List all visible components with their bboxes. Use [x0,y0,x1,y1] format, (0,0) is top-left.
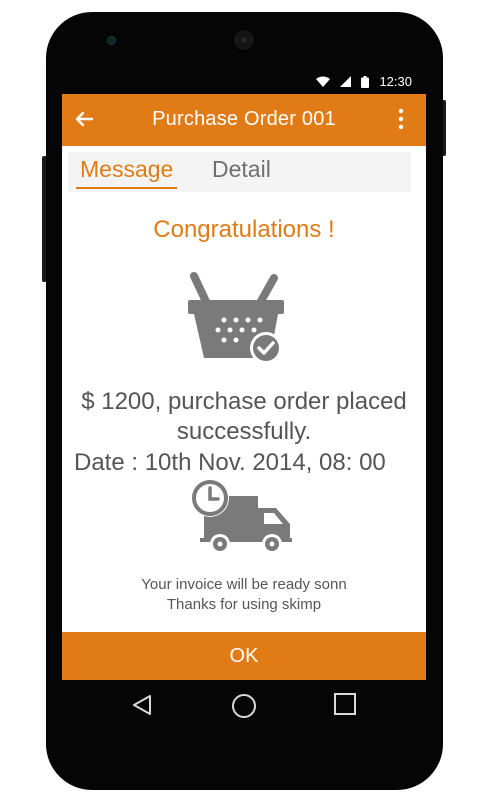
order-success-message: successfully. [176,418,312,445]
congratulations-heading: Congratulations ! [153,216,335,243]
tab-detail[interactable]: Detail [212,156,271,190]
front-camera [107,36,116,45]
invoice-note: Your invoice will be ready sonn [141,576,347,593]
ok-button[interactable]: OK [62,632,426,680]
thanks-note: Thanks for using skimp [166,596,322,613]
navigation-bar [62,680,426,730]
circle-home-icon[interactable] [231,693,257,719]
more-vertical-icon[interactable] [398,108,404,130]
order-date: Date : 10th Nov. 2014, 08: 00 [74,449,386,476]
signal-icon [340,76,352,87]
battery-icon [361,75,370,88]
app-screen: Purchase Order 001 Message Detail Congra… [62,94,426,680]
order-amount-message: $ 1200, purchase order placed [81,388,407,415]
triangle-back-icon[interactable] [130,693,154,717]
tab-message[interactable]: Message [76,156,178,189]
wifi-icon [316,76,331,87]
earpiece-speaker [234,30,254,50]
clock-truck-icon [191,479,292,554]
app-bar: Purchase Order 001 [62,94,426,146]
basket-check-icon [188,272,284,364]
tab-bar: Message Detail [68,152,411,192]
square-recent-icon[interactable] [334,693,356,715]
status-time: 12:30 [379,74,412,89]
page-title: Purchase Order 001 [152,108,336,130]
status-bar: 12:30 [62,70,426,94]
